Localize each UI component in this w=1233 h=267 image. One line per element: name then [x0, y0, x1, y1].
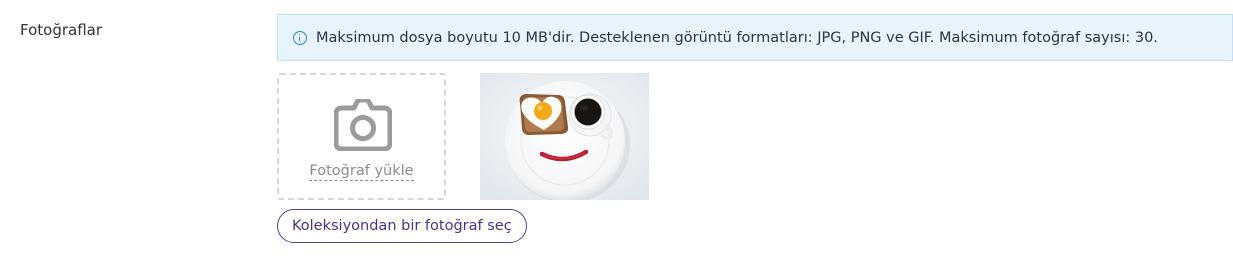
info-banner: Maksimum dosya boyutu 10 MB'dir. Destekl… [277, 14, 1233, 61]
photo-upload-tile[interactable]: Fotoğraf yükle [277, 73, 446, 200]
breakfast-photo-image [480, 73, 649, 200]
info-message: Maksimum dosya boyutu 10 MB'dir. Destekl… [316, 29, 1158, 46]
upload-label[interactable]: Fotoğraf yükle [279, 163, 444, 181]
info-icon [293, 30, 307, 45]
choose-from-collection-button[interactable]: Koleksiyondan bir fotoğraf seç [277, 209, 527, 243]
photo-thumbnail[interactable] [480, 73, 649, 200]
upload-label-text: Fotoğraf yükle [309, 163, 414, 181]
photos-field: Fotoğraflar Maksimum dosya boyutu 10 MB'… [0, 0, 1233, 267]
camera-icon [334, 99, 392, 151]
field-label: Fotoğraflar [20, 21, 103, 39]
